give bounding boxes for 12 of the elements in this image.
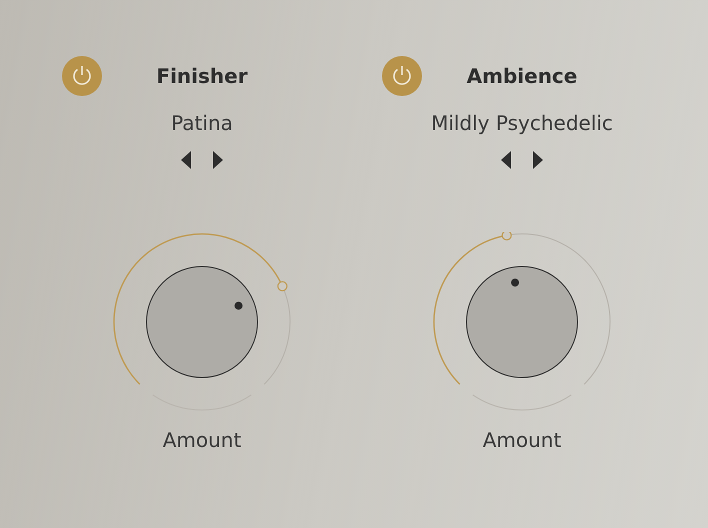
module-title: Ambience — [466, 64, 578, 88]
next-preset-button[interactable] — [533, 151, 543, 169]
next-preset-button[interactable] — [213, 151, 223, 169]
previous-preset-button[interactable] — [181, 151, 191, 169]
knob-label: Amount — [162, 428, 242, 452]
power-icon — [70, 64, 94, 88]
preset-name: Mildly Psychedelic — [431, 111, 613, 135]
previous-preset-button[interactable] — [501, 151, 511, 169]
power-icon — [390, 64, 414, 88]
module-title: Finisher — [155, 64, 249, 88]
preset-name: Patina — [171, 111, 233, 135]
knob-label: Amount — [482, 428, 562, 452]
